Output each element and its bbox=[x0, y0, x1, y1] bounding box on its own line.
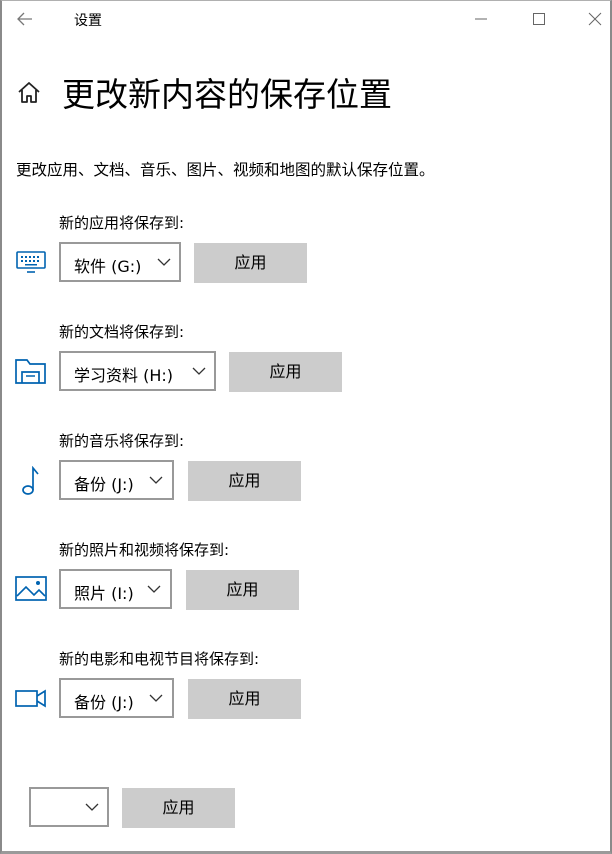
apps-drive-dropdown[interactable]: 软件 (G:) bbox=[59, 242, 181, 282]
page-title: 更改新内容的保存位置 bbox=[62, 75, 392, 114]
photos-save-label: 新的照片和视频将保存到: bbox=[59, 541, 230, 559]
music-drive-value: 备份 (J:) bbox=[74, 475, 134, 494]
apps-save-label: 新的应用将保存到: bbox=[59, 214, 185, 232]
video-camera-icon bbox=[15, 689, 46, 708]
maximize-icon[interactable] bbox=[528, 8, 550, 30]
documents-drive-value: 学习资料 (H:) bbox=[74, 366, 173, 385]
chevron-down-icon bbox=[147, 585, 161, 593]
documents-apply-button[interactable]: 应用 bbox=[229, 352, 342, 392]
maps-drive-dropdown[interactable] bbox=[29, 787, 109, 827]
movies-drive-value: 备份 (J:) bbox=[74, 693, 134, 712]
photos-apply-button[interactable]: 应用 bbox=[186, 570, 299, 610]
movies-drive-dropdown[interactable]: 备份 (J:) bbox=[59, 678, 174, 718]
movies-apply-button[interactable]: 应用 bbox=[188, 679, 301, 719]
chevron-down-icon bbox=[85, 803, 99, 811]
minimize-icon[interactable] bbox=[470, 8, 492, 30]
close-icon[interactable] bbox=[584, 8, 606, 30]
music-save-label: 新的音乐将保存到: bbox=[59, 432, 185, 450]
movies-save-label: 新的电影和电视节目将保存到: bbox=[59, 650, 260, 668]
photos-drive-dropdown[interactable]: 照片 (I:) bbox=[59, 569, 172, 609]
window-frame bbox=[0, 0, 612, 854]
music-apply-button[interactable]: 应用 bbox=[188, 461, 301, 501]
documents-save-label: 新的文档将保存到: bbox=[59, 323, 185, 341]
maps-apply-button[interactable]: 应用 bbox=[122, 788, 235, 828]
apps-apply-button[interactable]: 应用 bbox=[194, 243, 307, 283]
chevron-down-icon bbox=[149, 476, 163, 484]
back-arrow-icon[interactable] bbox=[14, 8, 36, 30]
keyboard-icon bbox=[16, 251, 46, 273]
chevron-down-icon bbox=[149, 694, 163, 702]
title-bar: 设置 bbox=[0, 0, 612, 38]
home-icon[interactable] bbox=[16, 80, 42, 106]
apps-drive-value: 软件 (G:) bbox=[74, 257, 142, 276]
chevron-down-icon bbox=[192, 367, 206, 375]
photos-drive-value: 照片 (I:) bbox=[74, 584, 134, 603]
music-drive-dropdown[interactable]: 备份 (J:) bbox=[59, 460, 174, 500]
chevron-down-icon bbox=[157, 258, 171, 266]
image-icon bbox=[15, 576, 47, 601]
music-note-icon bbox=[22, 466, 39, 495]
page-description: 更改应用、文档、音乐、图片、视频和地图的默认保存位置。 bbox=[16, 161, 435, 179]
documents-drive-dropdown[interactable]: 学习资料 (H:) bbox=[59, 351, 216, 391]
window-title: 设置 bbox=[74, 13, 102, 29]
folder-icon bbox=[15, 359, 46, 384]
